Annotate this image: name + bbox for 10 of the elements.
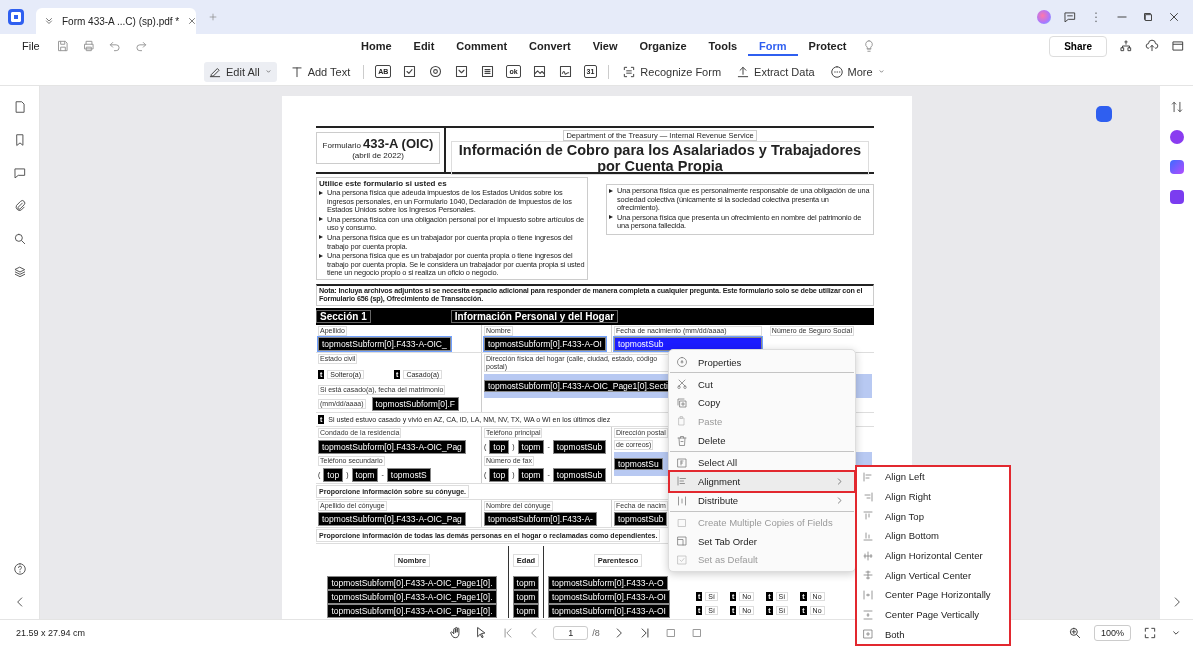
form-date: (abril de 2022): [352, 151, 404, 160]
form-label: Formulario: [322, 141, 361, 150]
instructions-heading: Utilice este formulario si usted es: [319, 179, 448, 188]
section-number: Sección 1: [316, 309, 371, 323]
form-title: Información de Cobro para los Asalariados y Trabajadores por Cuenta Propia: [451, 141, 869, 175]
page-total: /8: [592, 628, 600, 638]
page-size-label: 21.59 x 27.94 cm: [16, 628, 86, 638]
form-number: 433-A (OIC): [363, 136, 434, 151]
tab-title: Form 433-A ...C) (sp).pdf *: [62, 15, 180, 27]
section-title: Información Personal y del Hogar: [450, 309, 619, 323]
